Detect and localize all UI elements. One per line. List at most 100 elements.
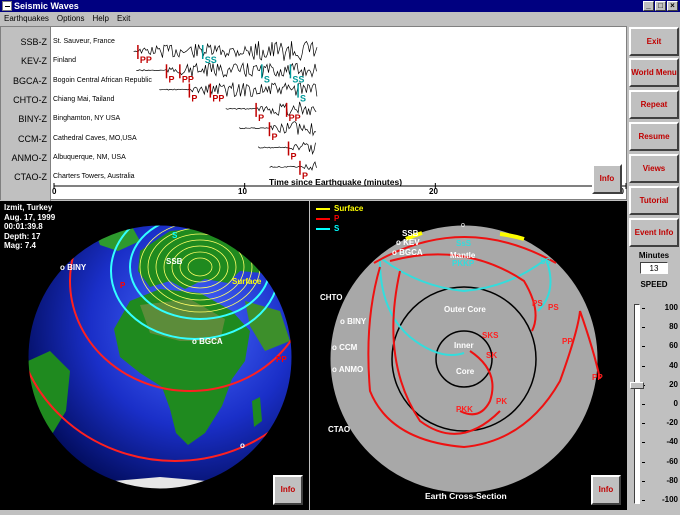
window-controls: _ □ × [643, 1, 678, 11]
maximize-icon[interactable]: □ [655, 1, 666, 11]
speed-tick-label: -40 [666, 437, 678, 447]
phase-marker-label: SS [205, 55, 217, 65]
title-bar: Seismic Waves _ □ × [0, 0, 680, 12]
phase-marker-label: P [168, 74, 174, 84]
globe-label: Surface [232, 277, 262, 286]
station-name: Albuquerque, NM, USA [53, 153, 126, 161]
phase-marker-label: S [264, 74, 270, 84]
x-tick-label: 20 [429, 187, 438, 196]
phase-label: PKK [456, 405, 473, 414]
phase-label: PS [548, 303, 559, 312]
seismogram-trace [136, 62, 317, 78]
x-tick-label: 0 [52, 187, 57, 196]
cross-section-station: SSB [402, 229, 419, 238]
legend-entry: Surface [316, 204, 363, 213]
menu-help[interactable]: Help [93, 12, 109, 25]
event-info-button[interactable]: Event Info [629, 218, 679, 247]
tutorial-button[interactable]: Tutorial [629, 186, 679, 215]
cross-section-station: o ANMO [332, 365, 364, 374]
phase-label: SsS [456, 239, 472, 248]
x-axis-label: Time since Earthquake (minutes) [269, 177, 403, 187]
globe-view-panel: Izmit, Turkey Aug. 17, 1999 00:01:39.8 D… [0, 201, 309, 510]
repeat-button[interactable]: Repeat [629, 90, 679, 119]
speed-tick [642, 346, 645, 348]
phase-marker-label: PP [182, 74, 194, 84]
cross-section-station: CHTO [320, 293, 343, 302]
seismic-waves-window: Seismic Waves _ □ × Earthquakes Options … [0, 0, 680, 510]
legend-entry: S [316, 224, 339, 233]
speed-tick-label: 20 [669, 379, 678, 389]
globe-label: PP [276, 355, 287, 364]
seismogram-panel: PP SS P PP S SS P PP S P PP P P P SSB-Z St. Sauveur, F… [0, 26, 627, 201]
cross-section-info-button[interactable]: Info [591, 475, 621, 505]
exit-button[interactable]: Exit [629, 27, 679, 56]
minutes-field[interactable]: 13 [640, 262, 668, 274]
phase-marker-label: PP [212, 94, 224, 104]
control-panel: Exit World Menu Repeat Resume Views Tuto… [628, 26, 680, 510]
speed-tick-label: 60 [669, 341, 678, 351]
event-time: 00:01:39.8 [4, 222, 43, 232]
phase-label: PKKP [452, 259, 475, 268]
cross-section-panel: o Surface P S Mantle Outer Core Inner Core SSB… [310, 201, 627, 510]
cross-section-station: CTAO [328, 425, 351, 434]
speed-tick-label: 0 [673, 399, 678, 408]
phase-marker-label: P [271, 132, 277, 142]
event-info-text: Izmit, Turkey Aug. 17, 1999 00:01:39.8 D… [4, 203, 55, 251]
globe-info-button[interactable]: Info [273, 475, 303, 505]
minimize-icon[interactable]: _ [643, 1, 654, 11]
layer-label: Core [456, 367, 475, 376]
station-name: Charters Towers, Australia [53, 173, 135, 181]
svg-text:o: o [461, 222, 465, 229]
globe-label: o BGCA [192, 337, 223, 346]
app-icon [2, 1, 12, 11]
cross-section-station: o CCM [332, 343, 358, 352]
phase-marker-label: PP [140, 55, 152, 65]
speed-tick-label: 80 [669, 322, 678, 332]
speed-tick [642, 423, 645, 425]
world-menu-button[interactable]: World Menu [629, 58, 679, 87]
station-name: Binghamton, NY USA [53, 115, 121, 123]
speed-tick [642, 308, 645, 309]
minutes-label: Minutes [638, 251, 670, 260]
phase-marker-label: P [291, 152, 297, 162]
seismogram-trace [258, 141, 316, 155]
speed-slider-thumb[interactable] [630, 381, 644, 389]
station-code: ANMO-Z [11, 152, 48, 163]
menu-bar: Earthquakes Options Help Exit [0, 12, 680, 25]
station-name: Cathedral Caves, MO,USA [53, 134, 137, 142]
cross-section-title: Earth Cross-Section [425, 491, 507, 501]
menu-earthquakes[interactable]: Earthquakes [4, 12, 49, 25]
speed-tick-label: -20 [666, 418, 678, 428]
menu-exit[interactable]: Exit [117, 12, 130, 25]
event-date: Aug. 17, 1999 [4, 212, 56, 222]
menu-options[interactable]: Options [57, 12, 85, 25]
speed-tick-label: -100 [661, 495, 678, 504]
resume-button[interactable]: Resume [629, 122, 679, 151]
phase-marker-label: S [300, 94, 306, 104]
cross-section-station: o BINY [340, 317, 367, 326]
seismogram-trace [133, 40, 318, 61]
cross-section-station: o BGCA [392, 248, 423, 257]
speed-tick [642, 480, 645, 482]
phase-label: SK [486, 351, 498, 360]
station-code: CTAO-Z [14, 172, 47, 183]
window-title: Seismic Waves [14, 1, 79, 11]
phase-label: PP [592, 373, 603, 382]
speed-slider-track[interactable] [634, 304, 640, 504]
station-name: Bogoin Central African Republic [53, 76, 152, 84]
close-icon[interactable]: × [667, 1, 678, 11]
station-code: CHTO-Z [13, 94, 47, 105]
legend-label: P [334, 214, 340, 223]
event-place: Izmit, Turkey [4, 203, 53, 212]
globe-label: SSB [166, 257, 183, 266]
phase-marker-label: P [191, 94, 197, 104]
speed-tick [642, 461, 645, 463]
phase-label: SS [540, 257, 551, 266]
views-button[interactable]: Views [629, 154, 679, 183]
station-name: Chiang Mai, Tailand [53, 95, 115, 103]
seismogram-info-button[interactable]: Info [592, 164, 622, 194]
speed-tick-label: -80 [666, 475, 678, 485]
phase-marker-label: P [258, 113, 264, 123]
speed-tick [642, 365, 645, 367]
seismogram-trace [159, 82, 318, 97]
